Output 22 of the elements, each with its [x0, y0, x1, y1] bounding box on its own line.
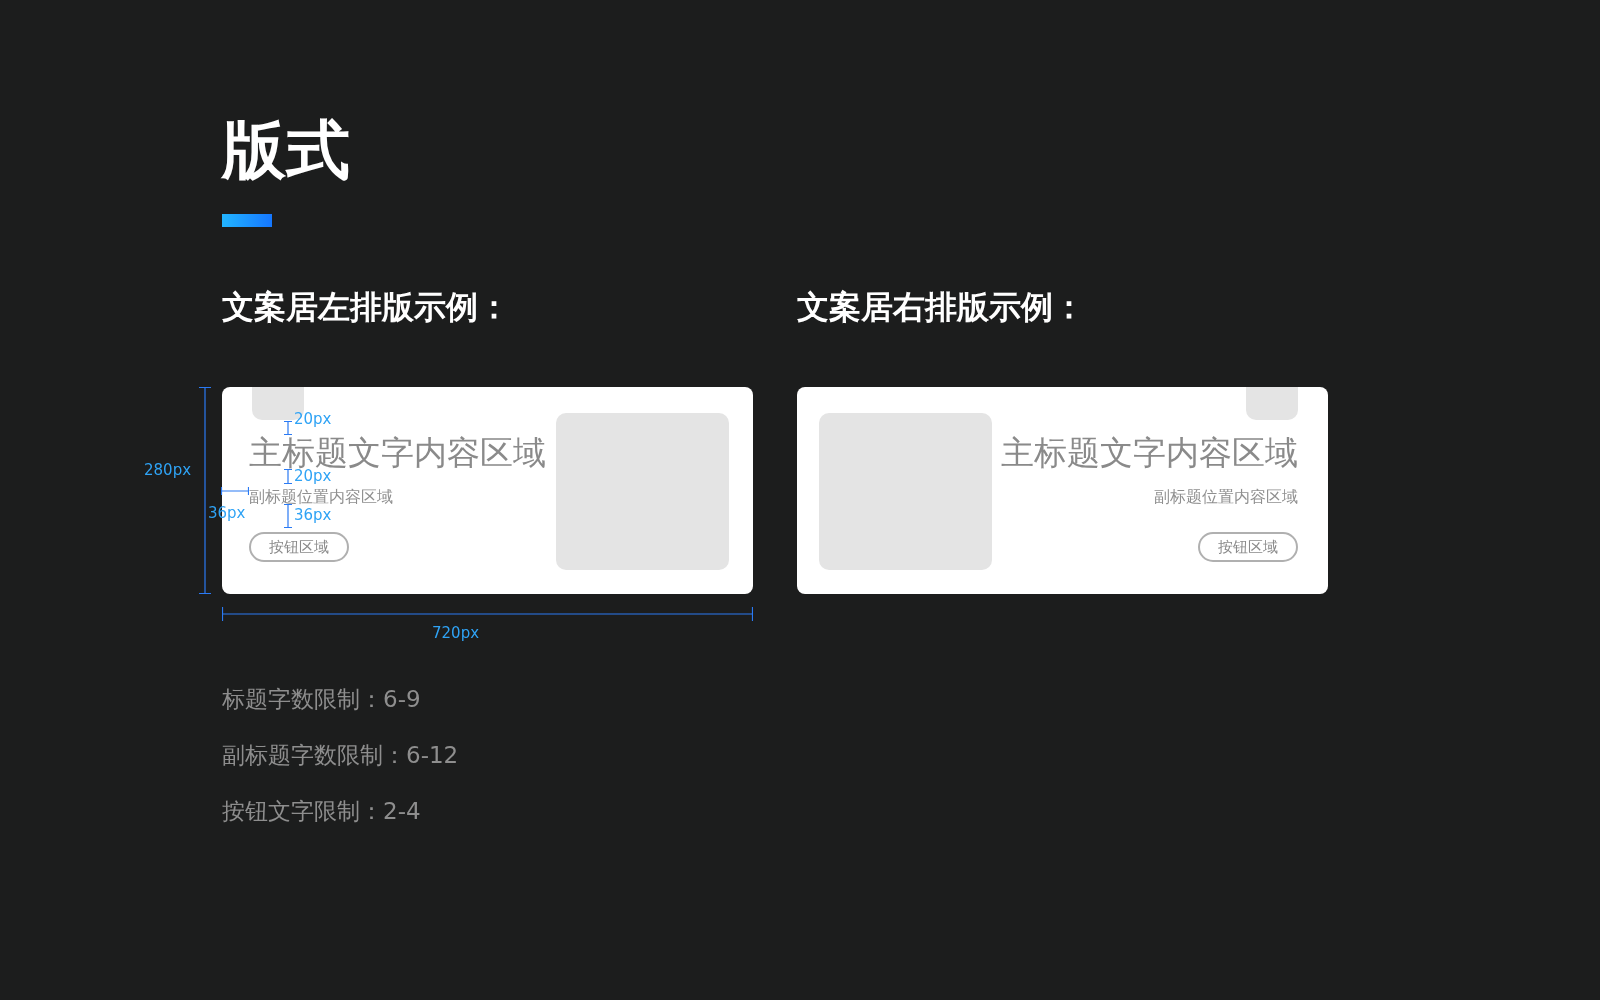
dimension-label: 20px — [294, 411, 332, 427]
limit-text: 副标题字数限制：6-12 — [222, 741, 460, 770]
card-subtitle: 副标题位置内容区域 — [1154, 487, 1298, 507]
dimension-label: 20px — [294, 468, 332, 484]
section-heading: 文案居右排版示例： — [797, 287, 1086, 327]
accent-bar — [222, 214, 272, 227]
card-button[interactable]: 按钮区域 — [249, 532, 349, 562]
dimension-line — [221, 487, 249, 495]
limit-text: 按钮文字限制：2-4 — [222, 797, 422, 826]
dimension-label: 36px — [294, 507, 332, 523]
dimension-label: 720px — [432, 625, 480, 641]
card-title: 主标题文字内容区域 — [1001, 435, 1298, 471]
page-title: 版式 — [222, 118, 351, 182]
section-heading: 文案居左排版示例： — [222, 287, 511, 327]
card-button[interactable]: 按钮区域 — [1198, 532, 1298, 562]
dimension-line — [284, 421, 292, 435]
limit-text: 标题字数限制：6-9 — [222, 685, 422, 714]
dimension-line — [284, 469, 292, 484]
card-subtitle: 副标题位置内容区域 — [249, 487, 393, 507]
dimension-label: 280px — [144, 462, 192, 478]
tag-placeholder — [1246, 387, 1298, 420]
dimension-line — [284, 504, 292, 528]
